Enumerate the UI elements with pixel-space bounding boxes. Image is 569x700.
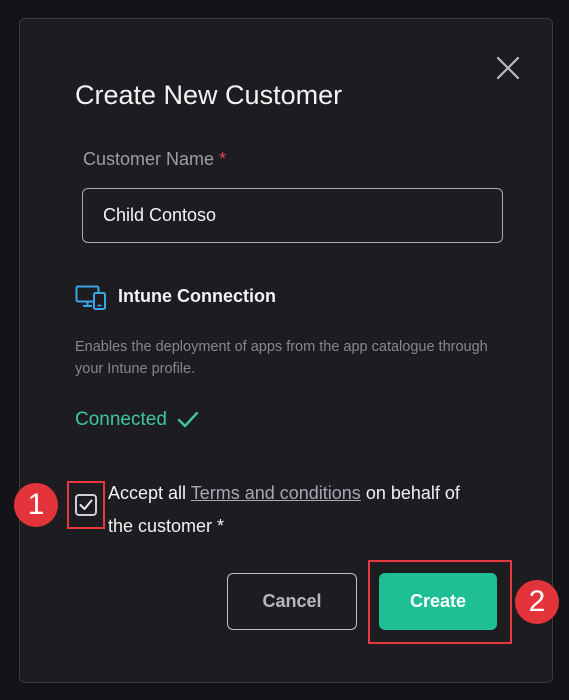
terms-checkbox[interactable]	[75, 494, 97, 516]
close-icon	[496, 56, 520, 80]
customer-name-label: Customer Name *	[83, 149, 227, 169]
terms-text: Accept all Terms and conditions on behal…	[108, 483, 460, 536]
step-badge-1: 1	[14, 483, 58, 527]
checkmark-icon	[79, 499, 93, 510]
intune-description: Enables the deployment of apps from the …	[75, 339, 488, 377]
connection-status-text: Connected	[75, 409, 167, 430]
checkbox-highlight	[67, 481, 105, 529]
required-mark: *	[219, 149, 227, 169]
step-badge-2: 2	[515, 580, 559, 624]
cancel-button[interactable]: Cancel	[227, 573, 357, 630]
close-button[interactable]	[492, 53, 524, 83]
devices-icon	[75, 285, 106, 310]
create-button[interactable]: Create	[379, 573, 497, 630]
connection-status: Connected	[75, 409, 199, 431]
intune-connection-title: Intune Connection	[118, 286, 276, 306]
terms-link[interactable]: Terms and conditions	[191, 483, 361, 503]
checkmark-icon	[177, 411, 199, 428]
dialog-title: Create New Customer	[75, 80, 343, 110]
customer-name-input[interactable]	[82, 188, 503, 243]
